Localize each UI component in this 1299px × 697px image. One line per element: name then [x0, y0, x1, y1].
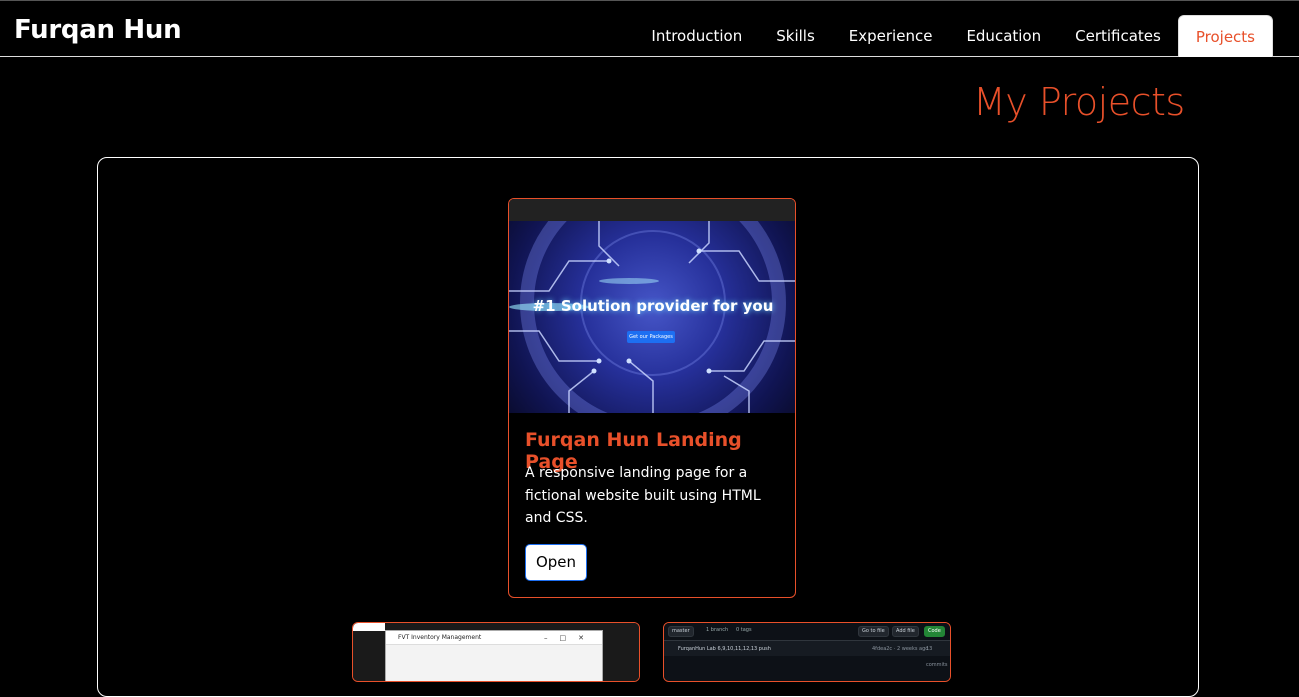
project-card: FVT Inventory Management –□✕ [352, 622, 640, 682]
nav-link-projects[interactable]: Projects [1177, 15, 1273, 57]
window-controls-icon: –□✕ [544, 634, 596, 642]
project-thumbnail: master 1 branch 0 tags Go to file Add fi… [664, 623, 950, 681]
add-file-pill: Add file [892, 626, 919, 637]
nav-link-skills[interactable]: Skills [759, 15, 832, 57]
branches-count: 1 branch [706, 627, 729, 633]
project-thumbnail: #1 Solution provider for you Get our Pac… [509, 199, 795, 413]
page-title: My Projects [973, 80, 1185, 124]
thumbnail-cta-button: Get our Packages [627, 331, 675, 343]
commit-meta: 4fdea2c · 2 weeks ago [872, 646, 929, 652]
thumbnail-commit-row: FurqanHun Lab 6,9,10,11,12,13 push 4fdea… [664, 640, 950, 668]
commits-count: 13 commits [926, 646, 948, 668]
navbar: Furqan Hun Introduction Skills Experienc… [0, 0, 1299, 57]
project-card: #1 Solution provider for you Get our Pac… [508, 198, 796, 598]
nav-link-certificates[interactable]: Certificates [1058, 15, 1178, 57]
nav-link-experience[interactable]: Experience [832, 15, 950, 57]
thumbnail-repo-toolbar: master 1 branch 0 tags Go to file Add fi… [668, 626, 948, 638]
thumbnail-window: FVT Inventory Management –□✕ [385, 630, 603, 681]
project-thumbnail: FVT Inventory Management –□✕ [353, 623, 639, 681]
thumbnail-topbar [509, 199, 795, 221]
brand-logo-text[interactable]: Furqan Hun [14, 15, 182, 45]
project-card: master 1 branch 0 tags Go to file Add fi… [663, 622, 951, 682]
project-description: A responsive landing page for a fictiona… [525, 465, 761, 526]
window-title-text: FVT Inventory Management [398, 634, 482, 641]
nav-links: Introduction Skills Experience Education… [634, 15, 1273, 57]
open-project-button[interactable]: Open [525, 544, 587, 581]
commit-message: FurqanHun Lab 6,9,10,11,12,13 push [678, 646, 771, 652]
thumbnail-window-title: FVT Inventory Management –□✕ [386, 631, 602, 645]
branch-pill: master [668, 626, 694, 637]
tags-count: 0 tags [736, 627, 752, 633]
goto-file-pill: Go to file [858, 626, 889, 637]
circuit-graphic [509, 221, 795, 413]
nav-link-education[interactable]: Education [949, 15, 1058, 57]
nav-link-introduction[interactable]: Introduction [634, 15, 759, 57]
thumbnail-corner [353, 623, 385, 631]
thumbnail-hero-text: #1 Solution provider for you [532, 297, 774, 315]
code-pill: Code [924, 626, 945, 637]
